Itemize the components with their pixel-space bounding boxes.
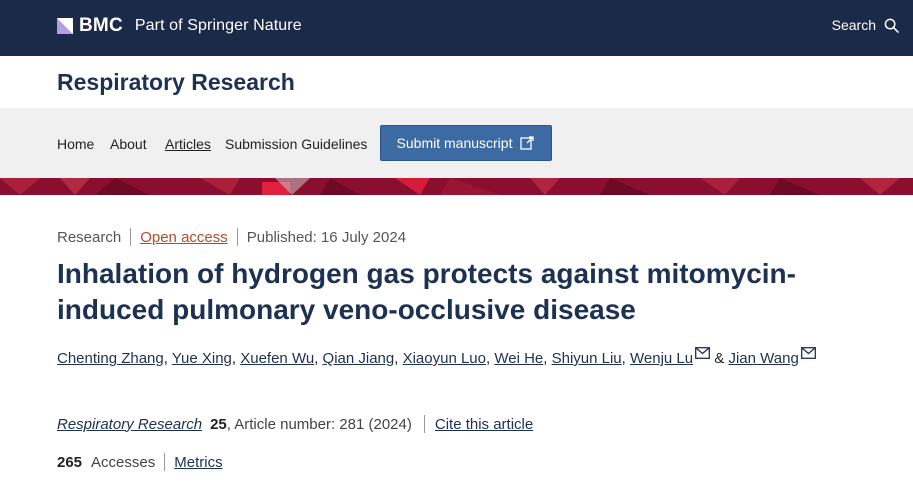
search-label: Search <box>831 17 876 33</box>
brand-name: BMC <box>79 15 123 36</box>
decorative-banner <box>0 178 913 195</box>
author-link[interactable]: Wei He <box>494 350 543 367</box>
article-meta: Research Open access Published: 16 July … <box>57 228 406 246</box>
accesses-count: 265 <box>57 453 83 471</box>
open-access-link[interactable]: Open access <box>140 229 228 246</box>
submit-manuscript-label: Submit manuscript <box>396 135 513 151</box>
top-bar: BMC Part of Springer Nature Search <box>0 0 913 56</box>
divider <box>130 228 132 246</box>
nav-articles[interactable]: Articles <box>165 136 211 152</box>
journal-link[interactable]: Respiratory Research <box>57 416 202 433</box>
author-link[interactable]: Wenju Lu <box>630 350 693 367</box>
nav-home[interactable]: Home <box>57 136 94 152</box>
email-icon[interactable] <box>695 347 711 359</box>
metrics-link[interactable]: Metrics <box>174 454 222 471</box>
author-link[interactable]: Chenting Zhang <box>57 350 164 367</box>
cite-this-article-link[interactable]: Cite this article <box>435 416 533 433</box>
brand-tagline: Part of Springer Nature <box>134 17 302 34</box>
submit-manuscript-button[interactable]: Submit manuscript <box>380 125 552 161</box>
article-metrics: 265 Accesses Metrics <box>57 453 223 471</box>
journal-header: Respiratory Research <box>0 56 913 109</box>
author-conjunction: & <box>714 350 725 367</box>
bmc-logo-icon <box>57 18 73 34</box>
divider <box>236 228 238 246</box>
search-button[interactable]: Search <box>832 17 899 33</box>
external-link-icon <box>520 136 535 150</box>
author-link[interactable]: Jian Wang <box>728 350 798 367</box>
nav-about[interactable]: About <box>110 136 147 152</box>
nav-submission-guidelines[interactable]: Submission Guidelines <box>225 136 367 152</box>
divider <box>423 415 425 433</box>
author-link[interactable]: Xiaoyun Luo <box>403 350 486 367</box>
citation-line: Respiratory Research 25 , Article number… <box>57 415 533 433</box>
bmc-logo[interactable]: BMC Part of Springer Nature <box>57 15 302 36</box>
article-title: Inhalation of hydrogen gas protects agai… <box>57 258 796 325</box>
published-date: Published: 16 July 2024 <box>246 228 407 246</box>
article-type: Research <box>57 228 122 246</box>
search-icon <box>884 18 899 33</box>
email-icon[interactable] <box>800 347 816 359</box>
journal-nav: Home About Articles Submission Guideline… <box>0 108 913 178</box>
author-link[interactable]: Xuefen Wu <box>240 350 314 367</box>
journal-title[interactable]: Respiratory Research <box>57 69 295 96</box>
author-link[interactable]: Qian Jiang <box>323 350 395 367</box>
accesses-label: Accesses <box>91 453 156 471</box>
article-number: , Article number: 281 (2024) <box>226 415 412 433</box>
author-list: Chenting Zhang, Yue Xing, Xuefen Wu, Qia… <box>57 345 837 372</box>
volume-number: 25 <box>210 415 227 433</box>
divider <box>164 453 166 471</box>
author-link[interactable]: Yue Xing <box>172 350 232 367</box>
author-link[interactable]: Shiyun Liu <box>552 350 622 367</box>
